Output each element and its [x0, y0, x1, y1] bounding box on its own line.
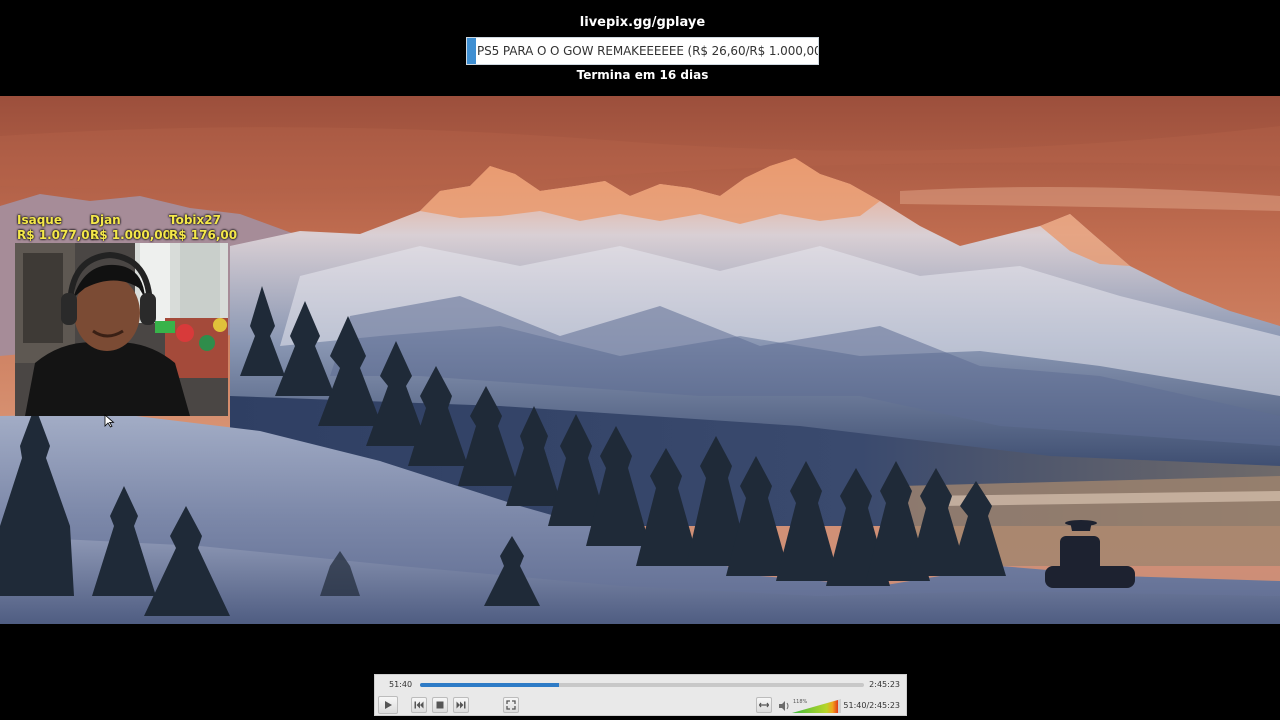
donation-goal-bar: PS5 PARA O O GOW REMAKEEEEEE (R$ 26,60/R…	[466, 37, 819, 65]
streamer-webcam-image	[15, 243, 228, 416]
next-icon	[456, 701, 466, 709]
seek-bar[interactable]	[420, 683, 864, 687]
top-donor-2: Djan R$ 1.000,00	[90, 213, 171, 243]
extended-settings-icon	[759, 702, 769, 708]
volume-control[interactable]	[779, 698, 843, 714]
previous-icon	[414, 701, 424, 709]
donation-goal-overlay: livepix.gg/gplaye PS5 PARA O O GOW REMAK…	[0, 0, 1280, 96]
stream-screen: livepix.gg/gplaye PS5 PARA O O GOW REMAK…	[0, 0, 1280, 720]
mouse-cursor-icon	[104, 414, 115, 428]
donor-name: Isaque	[17, 213, 62, 227]
donor-amount: R$ 1.077,01	[17, 228, 98, 242]
donor-name: Djan	[90, 213, 121, 227]
media-player-controls: 51:40 2:45:23 118% 51:40/2:45:23	[374, 674, 907, 716]
fullscreen-icon	[506, 700, 516, 710]
top-donor-1: Isaque R$ 1.077,01	[17, 213, 98, 243]
donation-url: livepix.gg/gplaye	[579, 15, 706, 30]
next-button[interactable]	[453, 697, 469, 713]
goal-deadline: Termina em 16 dias	[576, 68, 709, 82]
extended-settings-button[interactable]	[756, 697, 772, 713]
stop-button[interactable]	[432, 697, 448, 713]
play-button[interactable]	[378, 696, 398, 714]
donor-amount: R$ 176,00	[169, 228, 238, 242]
donor-name: Tobix27	[169, 213, 221, 227]
top-donor-3: Tobix27 R$ 176,00	[169, 213, 237, 243]
goal-label: PS5 PARA O O GOW REMAKEEEEEE (R$ 26,60/R…	[477, 44, 819, 58]
goal-progress-fill	[467, 38, 477, 64]
fullscreen-button[interactable]	[503, 697, 519, 713]
seek-bar-fill	[420, 683, 559, 687]
play-icon	[385, 701, 392, 709]
volume-percent: 118%	[793, 699, 808, 705]
donor-amount: R$ 1.000,00	[90, 228, 171, 242]
webcam-feed	[15, 243, 228, 416]
time-total: 2:45:23	[869, 680, 900, 689]
speaker-icon	[779, 701, 789, 711]
volume-bar	[779, 699, 841, 713]
stop-icon	[436, 701, 444, 709]
time-elapsed: 51:40	[389, 680, 413, 689]
position-readout: 51:40/2:45:23	[843, 701, 900, 710]
previous-button[interactable]	[411, 697, 427, 713]
